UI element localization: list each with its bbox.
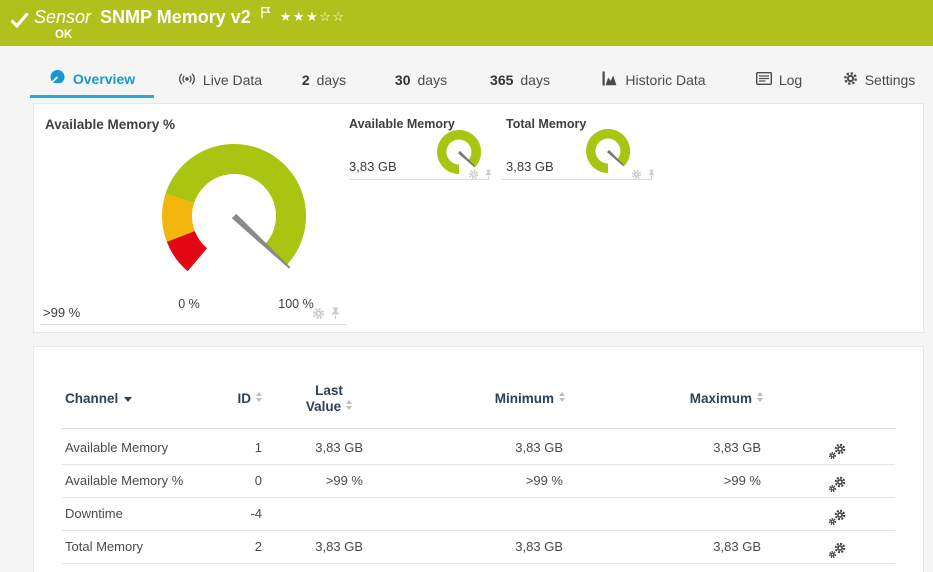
tab-2-days-number: 2	[302, 72, 310, 88]
cell-maximum: >99 %	[611, 465, 761, 497]
tab-365-days-label: days	[520, 72, 550, 88]
priority-stars[interactable]: ★★★☆☆	[280, 9, 346, 25]
cell-maximum: 3,83 GB	[611, 531, 761, 563]
available-memory-value: 3,83 GB	[349, 159, 397, 174]
sort-icon	[559, 392, 565, 402]
channels-table-panel: Channel ID Last Value Minimum Maximum Av…	[33, 346, 924, 572]
tab-settings-label: Settings	[865, 72, 916, 88]
cell-minimum: >99 %	[413, 465, 563, 497]
log-list-icon	[756, 72, 772, 88]
total-memory-gauge	[583, 126, 633, 176]
cell-minimum: 3,83 GB	[413, 531, 563, 563]
tab-30-days-number: 30	[395, 72, 411, 88]
cell-channel: Available Memory	[65, 432, 168, 464]
pin-icon[interactable]	[647, 167, 656, 185]
cell-minimum: 3,83 GB	[413, 432, 563, 464]
cell-last-value: 3,83 GB	[263, 531, 363, 563]
tab-bar: Overview Live Data 2 days 30 days 365 da…	[0, 62, 933, 98]
primary-gauge	[154, 136, 314, 296]
tab-log-label: Log	[779, 72, 802, 88]
sensor-header-bar: Sensor SNMP Memory v2 ★★★☆☆ OK	[0, 0, 933, 46]
pin-icon[interactable]	[330, 307, 341, 325]
table-row[interactable]: Available Memory 1 3,83 GB 3,83 GB 3,83 …	[62, 432, 895, 465]
cell-channel: Available Memory %	[65, 465, 183, 497]
table-row[interactable]: Available Memory % 0 >99 % >99 % >99 %	[62, 465, 895, 498]
divider	[501, 179, 652, 180]
broadcast-icon	[178, 72, 196, 89]
gear-icon	[843, 71, 858, 89]
flag-marker-icon[interactable]	[260, 6, 271, 24]
divider	[41, 324, 347, 325]
tab-settings[interactable]: Settings	[842, 62, 916, 98]
sensor-title: SNMP Memory v2	[100, 7, 251, 28]
status-badge: OK	[55, 29, 72, 41]
tab-historic-data[interactable]: Historic Data	[598, 62, 710, 98]
tab-365-days-number: 365	[490, 72, 513, 88]
primary-gauge-title: Available Memory %	[45, 117, 175, 132]
area-chart-icon	[602, 71, 618, 89]
divider	[349, 179, 490, 180]
primary-gauge-value: >99 %	[43, 305, 80, 320]
cell-id: -4	[184, 498, 262, 530]
cell-maximum: 3,83 GB	[611, 432, 761, 464]
column-header-id[interactable]: ID	[184, 391, 262, 406]
total-memory-gauge-title: Total Memory	[506, 117, 586, 131]
channel-rows: Available Memory 1 3,83 GB 3,83 GB 3,83 …	[62, 432, 895, 564]
cell-channel: Downtime	[65, 498, 123, 530]
gauge-scale-min: 0 %	[159, 297, 219, 311]
tab-live-data[interactable]: Live Data	[168, 62, 272, 98]
gear-icon[interactable]	[312, 307, 325, 325]
channel-settings-gears-icon[interactable]	[828, 539, 847, 571]
tab-live-data-label: Live Data	[203, 72, 262, 88]
column-header-maximum[interactable]: Maximum	[611, 391, 763, 406]
column-header-minimum[interactable]: Minimum	[413, 391, 565, 406]
tab-historic-data-label: Historic Data	[625, 72, 705, 88]
cell-id: 2	[184, 531, 262, 563]
sort-icon	[256, 392, 262, 402]
object-kind-label: Sensor	[34, 7, 91, 28]
status-ok-check-icon	[10, 12, 29, 33]
tab-overview-label: Overview	[73, 71, 135, 87]
stars-filled-icon: ★★★	[280, 9, 319, 24]
cell-id: 0	[184, 465, 262, 497]
stars-empty-icon: ☆☆	[319, 9, 345, 24]
table-row[interactable]: Total Memory 2 3,83 GB 3,83 GB 3,83 GB	[62, 531, 895, 564]
sort-desc-icon	[124, 397, 132, 402]
cell-last-value: 3,83 GB	[263, 432, 363, 464]
cell-channel: Total Memory	[65, 531, 143, 563]
header-divider	[62, 428, 895, 429]
gauge-icon	[49, 69, 66, 89]
tab-2-days[interactable]: 2 days	[296, 62, 352, 98]
tab-30-days-label: days	[418, 72, 448, 88]
gear-icon[interactable]	[631, 167, 642, 185]
tab-2-days-label: days	[317, 72, 347, 88]
cell-id: 1	[184, 432, 262, 464]
pin-icon[interactable]	[484, 167, 493, 185]
total-memory-value: 3,83 GB	[506, 159, 554, 174]
column-header-last-value[interactable]: Last Value	[274, 383, 384, 415]
sort-icon	[346, 400, 352, 410]
sort-icon	[757, 392, 763, 402]
tab-30-days[interactable]: 30 days	[390, 62, 452, 98]
gear-icon[interactable]	[468, 167, 479, 185]
table-row[interactable]: Downtime -4	[62, 498, 895, 531]
tab-overview[interactable]: Overview	[30, 62, 154, 98]
tab-365-days[interactable]: 365 days	[486, 62, 554, 98]
column-header-channel[interactable]: Channel	[65, 391, 132, 406]
overview-gauges-panel: Available Memory % 0 % 100 % >99 % Avail…	[33, 103, 924, 333]
tab-log[interactable]: Log	[752, 62, 806, 98]
cell-last-value: >99 %	[263, 465, 363, 497]
